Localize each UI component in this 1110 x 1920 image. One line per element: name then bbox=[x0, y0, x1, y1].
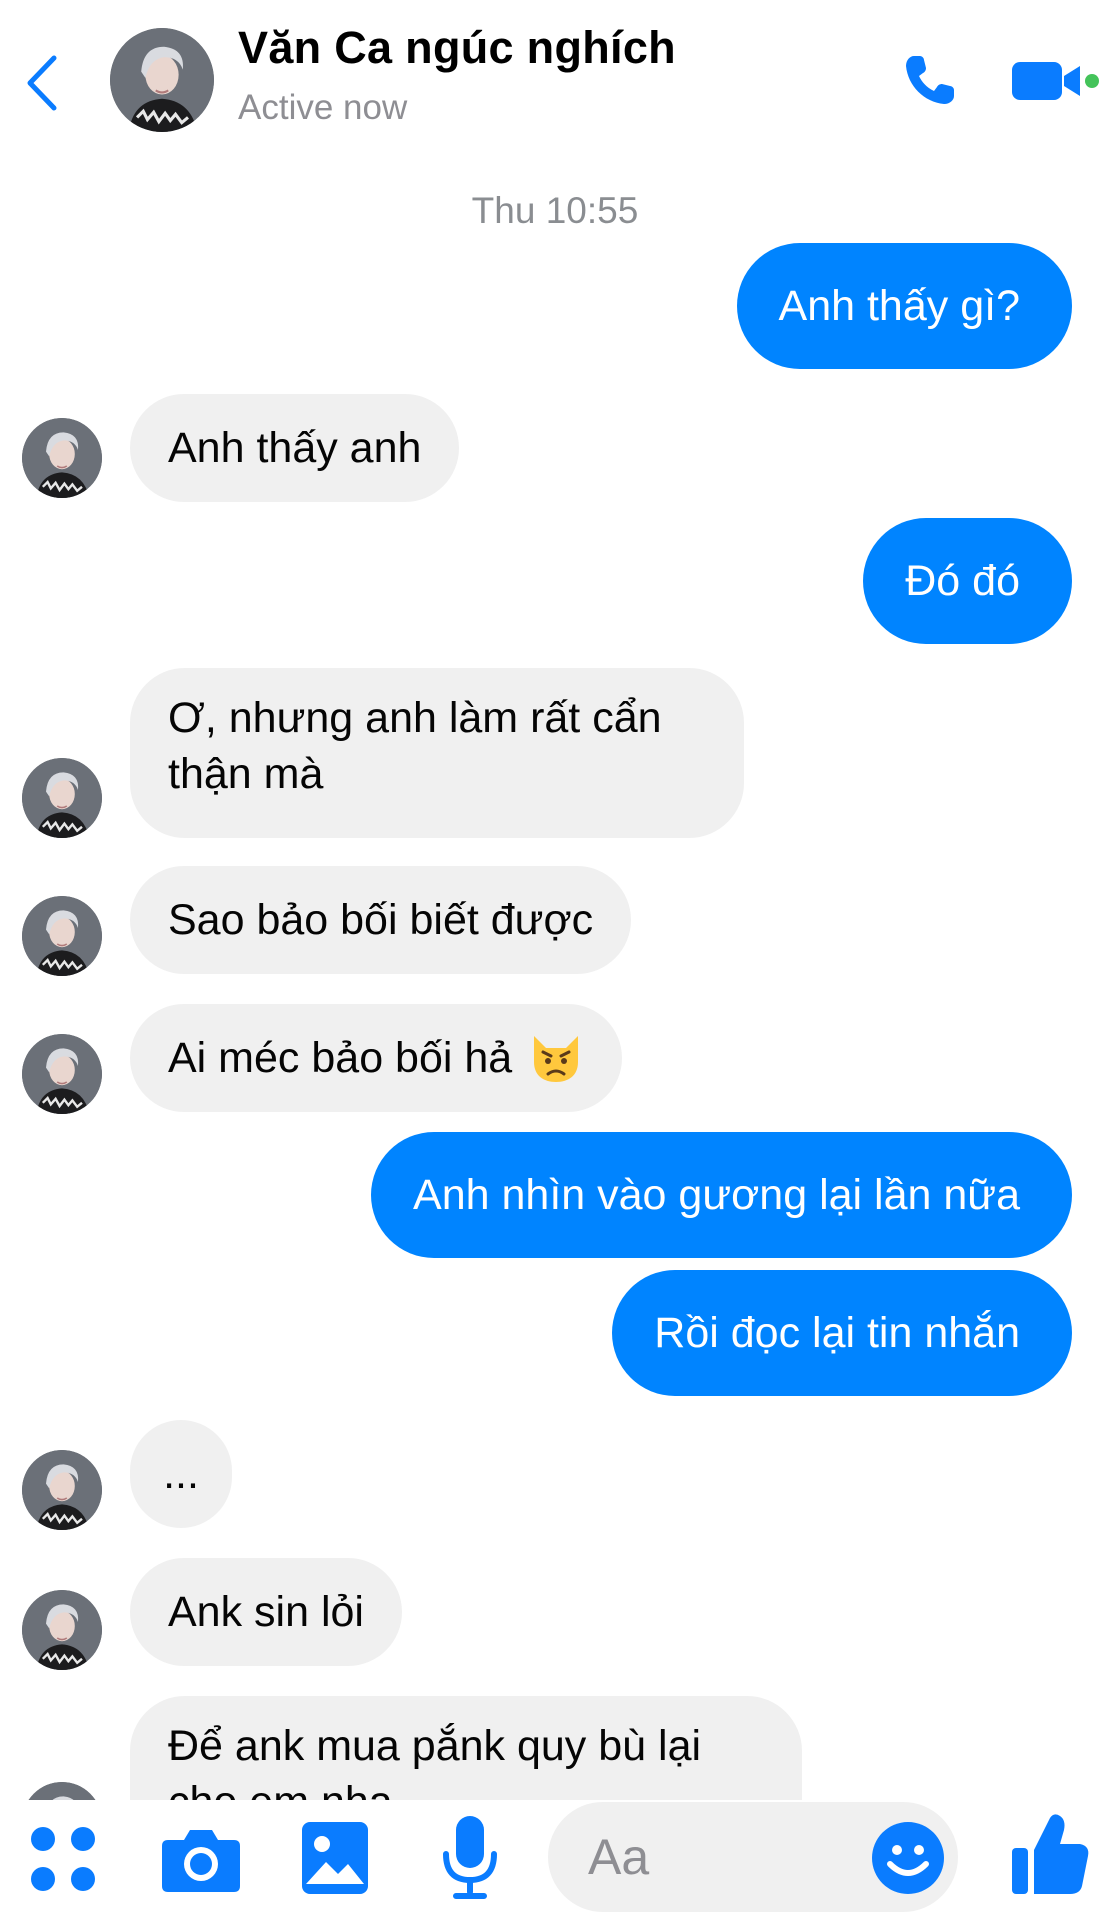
microphone-icon[interactable] bbox=[440, 1814, 500, 1902]
active-dot bbox=[1085, 74, 1099, 88]
outgoing-message[interactable]: Anh thấy gì? bbox=[736, 243, 1072, 369]
camera-icon[interactable] bbox=[160, 1822, 242, 1896]
active-status: Active now bbox=[238, 88, 408, 127]
contact-avatar-small bbox=[22, 1450, 102, 1530]
contact-avatar-small bbox=[22, 896, 102, 976]
outgoing-message[interactable]: Anh nhìn vào gương lại lần nữa bbox=[371, 1132, 1072, 1258]
contact-avatar-small bbox=[22, 1590, 102, 1670]
outgoing-message[interactable]: Đó đó bbox=[863, 518, 1072, 644]
apps-grid-icon[interactable] bbox=[26, 1822, 100, 1896]
photo-icon[interactable] bbox=[300, 1818, 370, 1898]
contact-avatar-small bbox=[22, 1034, 102, 1114]
incoming-message[interactable]: Ai méc bảo bối hả bbox=[130, 1004, 623, 1112]
contact-avatar-small bbox=[22, 758, 102, 838]
contact-name[interactable]: Văn Ca ngúc nghích bbox=[238, 22, 676, 74]
thread-timestamp: Thu 10:55 bbox=[471, 190, 639, 231]
video-camera-icon[interactable] bbox=[1010, 56, 1100, 106]
emoji-icon[interactable] bbox=[870, 1820, 946, 1896]
contact-avatar[interactable] bbox=[110, 28, 214, 132]
pouting-cat-face-icon bbox=[534, 1036, 579, 1082]
incoming-message-text: Ai méc bảo bối hả bbox=[168, 1034, 513, 1082]
incoming-message[interactable]: Anh thấy anh bbox=[130, 394, 460, 502]
incoming-message[interactable]: Ank sin lỏi bbox=[130, 1558, 402, 1666]
back-chevron-icon[interactable] bbox=[18, 48, 68, 118]
phone-icon[interactable] bbox=[900, 50, 960, 110]
outgoing-message[interactable]: Rồi đọc lại tin nhắn bbox=[612, 1270, 1072, 1396]
contact-avatar-small bbox=[22, 418, 102, 498]
thumbs-up-icon[interactable] bbox=[1010, 1812, 1090, 1898]
incoming-message[interactable]: Sao bảo bối biết được bbox=[130, 866, 632, 974]
incoming-message[interactable]: ... bbox=[130, 1420, 232, 1528]
incoming-message[interactable]: Ơ, nhưng anh làm rất cẩn thận mà bbox=[130, 668, 744, 838]
chat-header: Văn Ca ngúc nghích Active now bbox=[0, 0, 1110, 150]
